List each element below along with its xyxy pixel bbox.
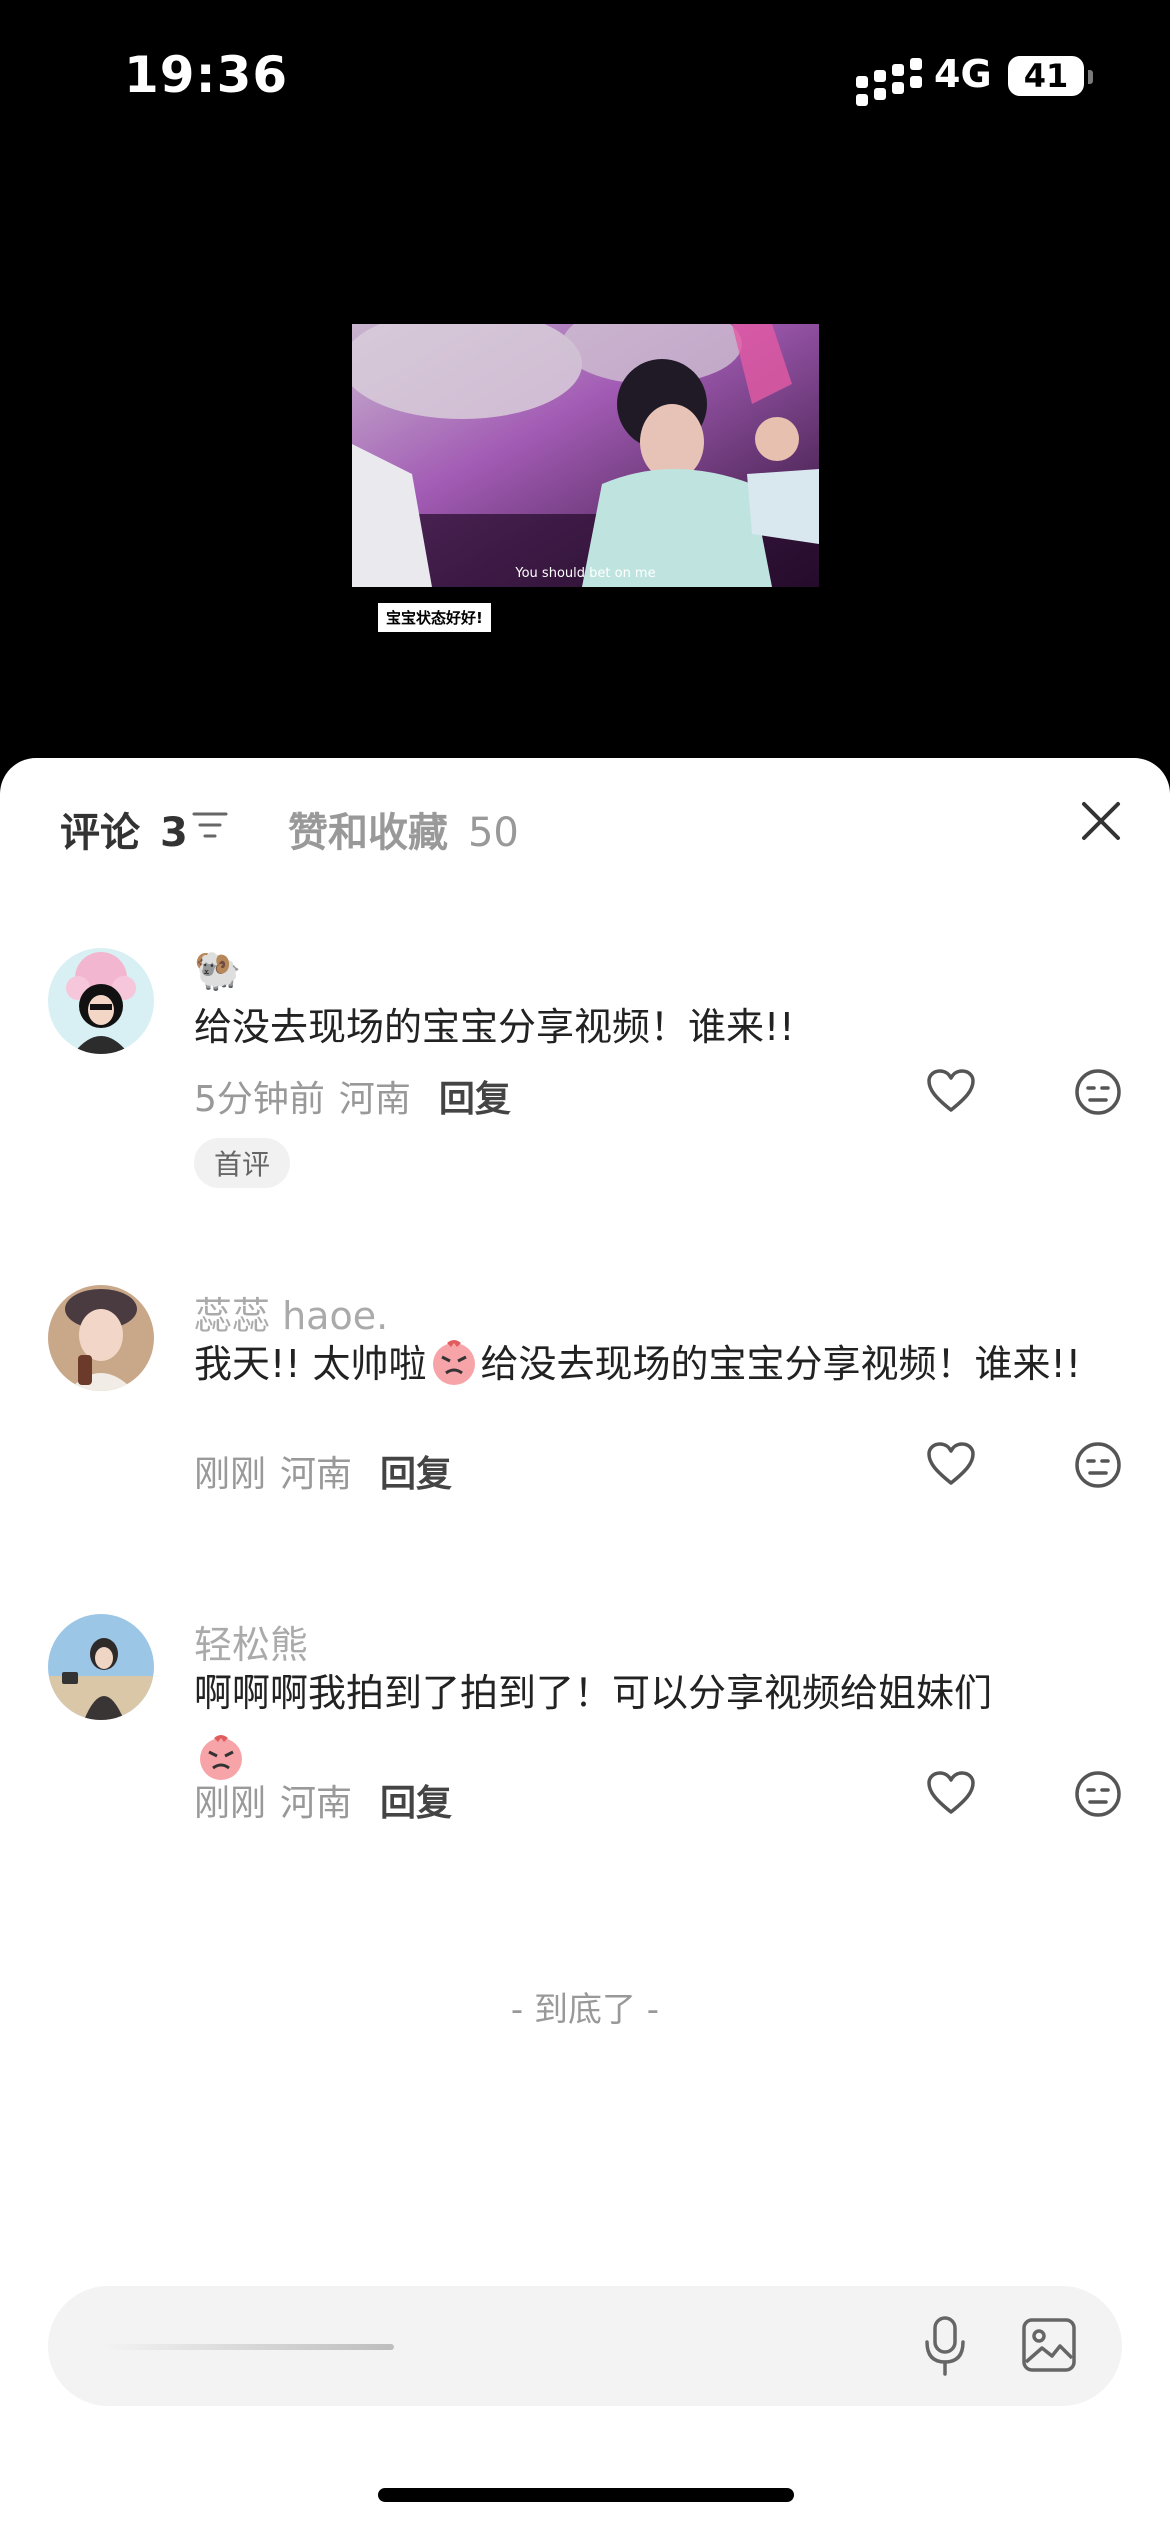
tab-comments-label: 评论: [60, 810, 140, 856]
tab-comments[interactable]: 评论 3: [60, 800, 188, 858]
reply-button[interactable]: 回复: [439, 1079, 511, 1120]
heart-icon[interactable]: [926, 1441, 976, 1487]
battery-icon: 41: [1008, 56, 1084, 96]
home-indicator[interactable]: [378, 2488, 794, 2502]
heart-icon[interactable]: [926, 1770, 976, 1816]
meh-face-icon[interactable]: [1074, 1068, 1122, 1116]
video-thumbnail: [352, 324, 819, 587]
comment-text-part: 我天!! 太帅啦: [194, 1342, 427, 1386]
battery-cap: [1088, 70, 1093, 84]
username[interactable]: 🐏: [194, 948, 241, 993]
comment-time: 刚刚: [194, 1783, 267, 1824]
meh-face-icon[interactable]: [1074, 1770, 1122, 1818]
comment-time: 5分钟前: [194, 1079, 325, 1120]
close-icon[interactable]: [1078, 798, 1124, 844]
battery-level: 41: [1023, 57, 1069, 95]
heart-icon[interactable]: [926, 1068, 976, 1114]
comment-meta: 刚刚 河南 回复: [194, 1445, 452, 1497]
tab-likes-count: 50: [467, 810, 519, 856]
comment-text-part: 啊啊啊我拍到了拍到了！可以分享视频给姐妹们: [194, 1671, 993, 1715]
comment-location: 河南: [338, 1079, 411, 1120]
avatar[interactable]: [48, 948, 154, 1054]
image-icon[interactable]: [1020, 2316, 1078, 2374]
angry-face-emoji-icon: [432, 1340, 475, 1385]
comment-text: 给没去现场的宝宝分享视频！谁来!!: [194, 1005, 795, 1049]
reply-button[interactable]: 回复: [380, 1783, 452, 1824]
avatar[interactable]: [48, 1614, 154, 1720]
sort-icon[interactable]: [192, 810, 228, 840]
status-time: 19:36: [124, 46, 289, 104]
avatar[interactable]: [48, 1285, 154, 1391]
meh-face-icon[interactable]: [1074, 1441, 1122, 1489]
input-placeholder: [104, 2344, 394, 2350]
end-of-list-marker: - 到底了 -: [510, 1990, 660, 2030]
video-player[interactable]: You should bet on me: [352, 324, 819, 587]
tab-likes-label: 赞和收藏: [288, 810, 448, 856]
comment-meta: 刚刚 河南 回复: [194, 1774, 452, 1826]
video-subtitle: You should bet on me: [515, 566, 656, 581]
signal-icon: [856, 58, 922, 106]
tab-likes-and-favorites[interactable]: 赞和收藏 50: [288, 800, 519, 858]
tab-comments-count: 3: [159, 810, 188, 856]
video-caption: 宝宝状态好好!: [378, 603, 491, 632]
network-type: 4G: [934, 52, 992, 96]
status-bar: 19:36 4G 41: [0, 0, 1170, 150]
mic-icon[interactable]: [922, 2314, 968, 2378]
comment-sheet: 评论 3 赞和收藏 50 🐏 给没去现场的宝宝分享视频！谁来!! 5分钟前 河南…: [0, 758, 1170, 2532]
comment-time: 刚刚: [194, 1454, 267, 1495]
comment-input[interactable]: [48, 2286, 1122, 2406]
comment-location: 河南: [280, 1783, 353, 1824]
first-comment-badge: 首评: [194, 1138, 290, 1188]
reply-button[interactable]: 回复: [380, 1454, 452, 1495]
comment-text: 我天!! 太帅啦 给没去现场的宝宝分享视频！谁来!!: [194, 1331, 1094, 1397]
comment-meta: 5分钟前 河南 回复: [194, 1070, 511, 1122]
comment-text-part: 给没去现场的宝宝分享视频！谁来!!: [480, 1342, 1082, 1386]
comment-location: 河南: [280, 1454, 353, 1495]
